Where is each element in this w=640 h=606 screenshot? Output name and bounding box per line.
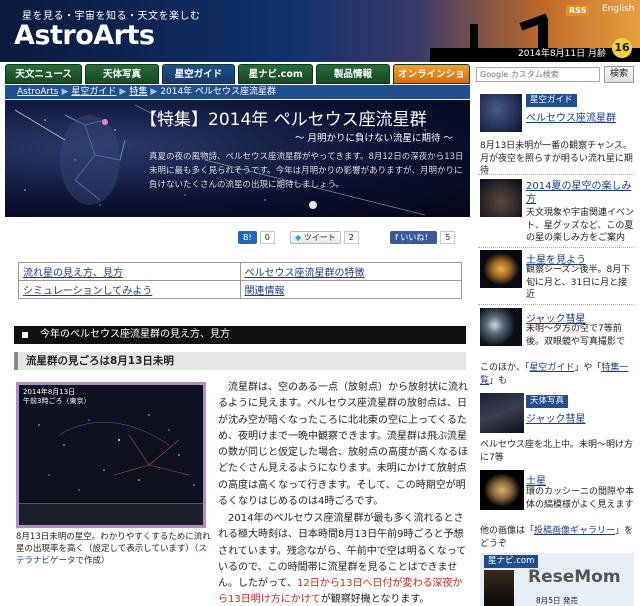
toc-cell: ペルセウス座流星群の特徴 [239, 262, 462, 281]
facebook-like-button[interactable]: f いいね！ [390, 230, 438, 244]
facebook-like-widget: f いいね！ 5 [390, 230, 456, 244]
main-nav: 天文ニュース 天体写真 星空ガイド 星ナビ.com 製品情報 オンラインショップ [0, 64, 470, 100]
toc-cell: 関連情報 [239, 280, 462, 299]
search-button[interactable]: 検索 [604, 66, 634, 83]
article-paragraph-2: 2014年のペルセウス座流星群が最も多く流れるとされる極大時刻は、日本時間8月1… [218, 511, 468, 606]
sidebar-link-photo-saturn[interactable]: 土星 [526, 472, 546, 487]
header-date: 2014年8月11日 月齢 [518, 49, 606, 59]
breadcrumb-separator-icon: ▶ [150, 87, 158, 97]
star-chart-date-line1: 2014年8月13日 [23, 388, 76, 396]
caption-text-end: で作成） [75, 556, 110, 566]
sidebar-desc-perseids: 8月13日未明が一番の観察チャンス。月が夜空を照らすが明るい流れ星に期待 [480, 141, 633, 176]
sidebar-link-photo-comet[interactable]: ジャック彗星 [526, 410, 586, 425]
star-chart-horizon [19, 503, 203, 525]
sidebar-thumb-comet[interactable] [480, 308, 522, 346]
nav-tab-news[interactable]: 天文ニュース [5, 64, 83, 84]
breadcrumb-separator-icon: ▶ [119, 87, 127, 97]
resemom-watermark: ReseMom [528, 567, 621, 587]
hero-lead-text: 真夏の夜の風物詩、ペルセウス座流星群がやってきます。8月12日の深夜から13日未… [149, 152, 464, 190]
sidebar-label-guide: 星空ガイド [526, 94, 577, 107]
hatena-bookmark-count: 0 [259, 230, 275, 244]
hero-banner: 【特集】2014年 ペルセウス座流星群 ～ 月明かりに負けない流星に期待 ～ 真… [5, 100, 470, 217]
star-chart-caption: 8月13日未明の星空。わかりやすくするために流れ星の出現率を高く（設定して表示し… [16, 531, 211, 567]
caption-text: 8月13日未明の星空。わかりやすくするために流れ星の出現率を高く（設定して表示し… [16, 532, 211, 554]
more-link-sky-guide[interactable]: 星空ガイド [529, 363, 574, 373]
section-heading: 今年のペルセウス座流星群の見え方、見方 [14, 326, 466, 344]
sidebar-link-summer-sky[interactable]: 2014夏の星空の楽しみ方 [526, 180, 634, 206]
sidebar-gallery-link: 他の画像は「投稿画像ギャラリー」をどうぞ [480, 525, 634, 550]
nav-tab-photos[interactable]: 天体写真 [85, 64, 159, 84]
moon-age-badge: 16 [612, 38, 632, 58]
facebook-icon: f [395, 232, 398, 242]
toc-cell: 流れ星の見え方、見方 [18, 262, 241, 281]
star-chart-date: 2014年8月13日 午前3時ごろ（東京） [23, 388, 90, 406]
sidebar-thumb-summer-sky[interactable] [480, 179, 522, 217]
sidebar-thumb-photo-saturn[interactable] [480, 470, 524, 510]
magazine-cover-image[interactable] [484, 570, 514, 606]
paragraph-text-end: が観察好機となります。 [320, 594, 430, 606]
gallery-text: 他の画像は「 [480, 526, 535, 536]
breadcrumb-sky-guide[interactable]: 星空ガイド [71, 87, 116, 97]
tweet-count: 2 [343, 230, 359, 244]
toc-link-simulation[interactable]: シミュレーションしてみよう [23, 286, 152, 297]
article-paragraph-1: 流星群は、空のある一点（放射点）から放射状に流れるように見えます。ペルセウス座流… [218, 382, 468, 508]
toc-link-how-to-see[interactable]: 流れ星の見え方、見方 [23, 268, 123, 279]
nav-tab-online-shop[interactable]: オンラインショップ [392, 64, 470, 100]
star-chart-date-line2: 午前3時ごろ（東京） [23, 397, 91, 405]
table-of-contents: 流れ星の見え方、見方 ペルセウス座流星群の特徴 シミュレーションしてみよう 関連… [18, 262, 462, 299]
toc-cell: シミュレーションしてみよう [18, 280, 241, 299]
breadcrumb: AstroArts ▶ 星空ガイド ▶ 特集 ▶ 2014年 ペルセウス座流星群 [5, 85, 470, 99]
sidebar-more-links: このほか、「星空ガイド」や「特集一覧」も [480, 362, 634, 387]
site-logo[interactable]: AstroArts [14, 20, 155, 51]
hero-title: 【特集】2014年 ペルセウス座流星群 [140, 110, 427, 130]
hatena-bookmark-button[interactable]: B! [238, 230, 257, 244]
like-label: いいね！ [400, 232, 433, 242]
breadcrumb-separator-icon: ▶ [61, 87, 69, 97]
sidebar-link-perseids[interactable]: ペルセウス座流星群 [526, 109, 616, 124]
toc-link-related[interactable]: 関連情報 [245, 286, 285, 297]
tweet-label: ツイート [303, 232, 336, 242]
breadcrumb-home[interactable]: AstroArts [17, 87, 58, 97]
subsection-heading: 流星群の見ごろは8月13日未明 [14, 352, 466, 370]
facebook-like-count: 5 [440, 230, 456, 244]
more-text: このほか、「 [480, 363, 530, 373]
sidebar-label-photos: 天体写真 [526, 395, 569, 408]
nav-tab-hoshinavi[interactable]: 星ナビ.com [238, 64, 314, 84]
sidebar-desc-summer-sky: 天文現象や宇宙関連イベント、星グッズなど、この夏の星の楽しみ方をご案内 [526, 208, 635, 243]
nav-tab-products[interactable]: 製品情報 [316, 64, 390, 84]
twitter-icon: ◆ [295, 232, 302, 242]
tweet-widget: ◆ ツイート 2 [290, 230, 359, 244]
search-input[interactable]: Google カスタム検索 [476, 67, 600, 82]
sidebar-thumb-photo-comet[interactable] [480, 393, 524, 433]
gallery-link[interactable]: 投稿画像ギャラリー [534, 526, 615, 536]
sidebar-divider [478, 247, 634, 248]
sidebar-desc-photo-saturn: 環のカッシーニの間隙や本体の縞模様がよく見えます [526, 487, 635, 510]
sidebar-desc-photo-comet: ペルセウス座を北上中。未明～明け方に7等 [480, 440, 634, 463]
sidebar-desc-saturn: 観察シーズン後半。8月下旬に月と、31日に月と接近 [526, 265, 631, 300]
english-link[interactable]: English [602, 4, 635, 14]
site-header: 星を見る・宇宙を知る・天文を楽しむ AstroArts RSS English … [0, 0, 640, 62]
tweet-button[interactable]: ◆ ツイート [290, 230, 341, 244]
nav-tab-sky-guide[interactable]: 星空ガイド [161, 64, 235, 84]
breadcrumb-special[interactable]: 特集 [129, 87, 147, 97]
more-text-end: 」も [489, 375, 508, 386]
sidebar-thumb-saturn[interactable] [480, 250, 522, 288]
hatena-bookmark-widget: B! 0 [238, 230, 275, 244]
magazine-release-date: 8月5日 発売 [536, 596, 578, 605]
sidebar-divider [478, 304, 634, 305]
more-text-mid: 」や「 [574, 363, 602, 373]
rss-link[interactable]: RSS [566, 5, 590, 16]
toc-link-features[interactable]: ペルセウス座流星群の特徴 [245, 268, 365, 279]
star-chart-image[interactable]: 2014年8月13日 午前3時ごろ（東京） [16, 382, 206, 528]
sidebar-thumb-perseids[interactable] [480, 94, 522, 132]
breadcrumb-current: 2014年 ペルセウス座流星群 [160, 87, 277, 97]
sidebar-divider [478, 174, 634, 175]
sidebar-desc-comet: 未明～夕方の空で7等前後。双眼鏡や写真撮影で [526, 324, 626, 347]
hero-subtitle: ～ 月明かりに負けない流星に期待 ～ [295, 133, 454, 144]
